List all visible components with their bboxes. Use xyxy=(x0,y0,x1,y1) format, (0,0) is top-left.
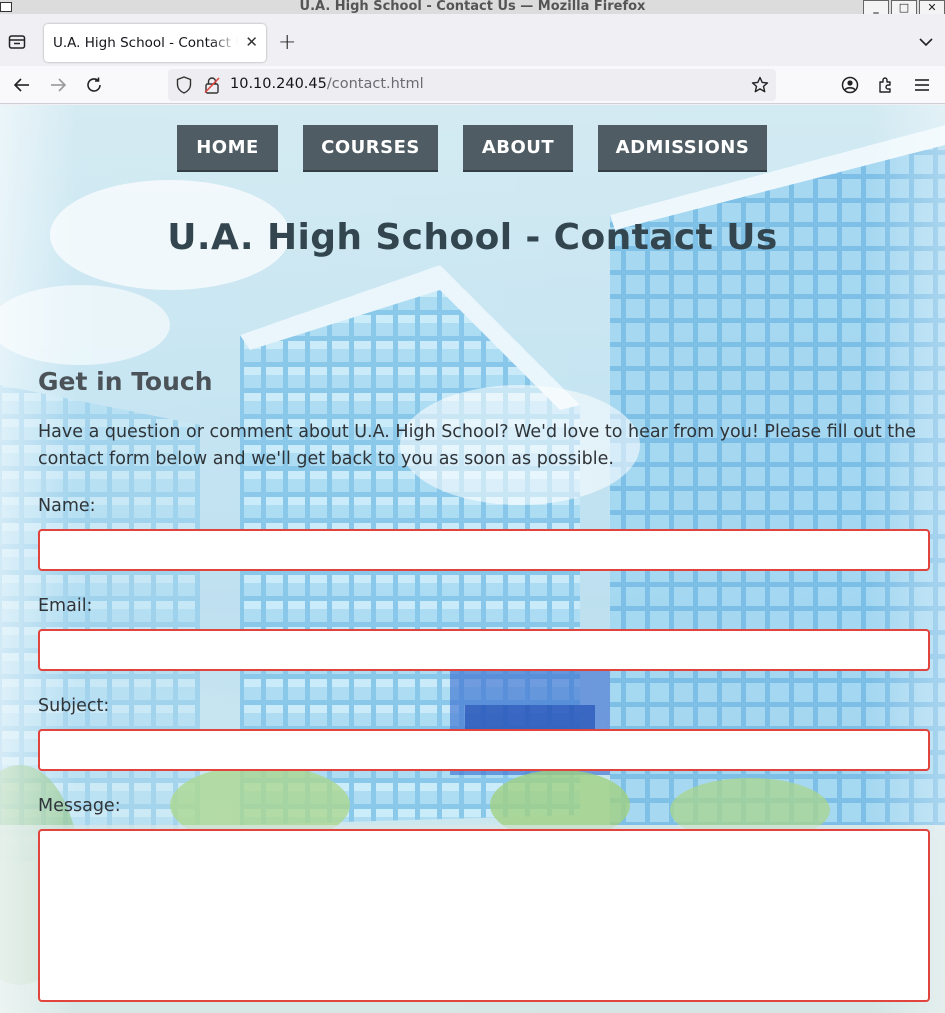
window-titlebar: U.A. High School - Contact Us — Mozilla … xyxy=(0,0,945,16)
window-menu-icon[interactable] xyxy=(0,2,12,12)
tab-strip: U.A. High School - Contact Us ✕ + xyxy=(0,14,945,66)
page-viewport[interactable]: HOME COURSES ABOUT ADMISSIONS U.A. High … xyxy=(0,105,945,1013)
subject-label: Subject: xyxy=(38,696,110,716)
url-host: 10.10.240.45 xyxy=(230,76,327,92)
extensions-icon[interactable] xyxy=(876,75,896,95)
message-label: Message: xyxy=(38,796,121,816)
nav-toolbar: 10.10.240.45/contact.html xyxy=(0,66,945,104)
name-field[interactable] xyxy=(38,529,930,571)
forward-arrow-icon[interactable] xyxy=(48,75,68,95)
account-icon[interactable] xyxy=(840,75,860,95)
reload-icon[interactable] xyxy=(84,75,104,95)
insecure-lock-icon[interactable] xyxy=(202,75,222,95)
url-path: /contact.html xyxy=(326,76,424,92)
nav-about-button[interactable]: ABOUT xyxy=(463,125,573,172)
tab-contact[interactable]: U.A. High School - Contact Us ✕ xyxy=(44,24,266,62)
tab-close-icon[interactable]: ✕ xyxy=(245,33,258,51)
section-title: Get in Touch xyxy=(38,367,213,396)
tab-title: U.A. High School - Contact Us xyxy=(53,35,238,51)
bookmark-star-icon[interactable] xyxy=(750,75,770,95)
url-text[interactable]: 10.10.240.45/contact.html xyxy=(230,76,424,92)
message-field[interactable] xyxy=(38,829,930,1002)
nav-home-button[interactable]: HOME xyxy=(177,125,278,172)
email-label: Email: xyxy=(38,596,93,616)
back-arrow-icon[interactable] xyxy=(12,75,32,95)
site-nav: HOME COURSES ABOUT ADMISSIONS xyxy=(0,125,945,172)
subject-field[interactable] xyxy=(38,729,930,771)
new-tab-button[interactable]: + xyxy=(278,30,296,55)
menu-icon[interactable] xyxy=(912,75,932,95)
nav-admissions-button[interactable]: ADMISSIONS xyxy=(598,125,767,172)
name-label: Name: xyxy=(38,496,96,516)
nav-courses-button[interactable]: COURSES xyxy=(303,125,438,172)
shield-icon[interactable] xyxy=(174,75,194,95)
url-bar[interactable]: 10.10.240.45/contact.html xyxy=(168,69,776,101)
page-title: U.A. High School - Contact Us xyxy=(167,217,778,258)
email-field[interactable] xyxy=(38,629,930,671)
chevron-down-icon[interactable] xyxy=(919,32,933,51)
intro-text: Have a question or comment about U.A. Hi… xyxy=(38,422,917,469)
window-title: U.A. High School - Contact Us — Mozilla … xyxy=(299,0,646,14)
tab-list-icon[interactable] xyxy=(8,34,26,50)
